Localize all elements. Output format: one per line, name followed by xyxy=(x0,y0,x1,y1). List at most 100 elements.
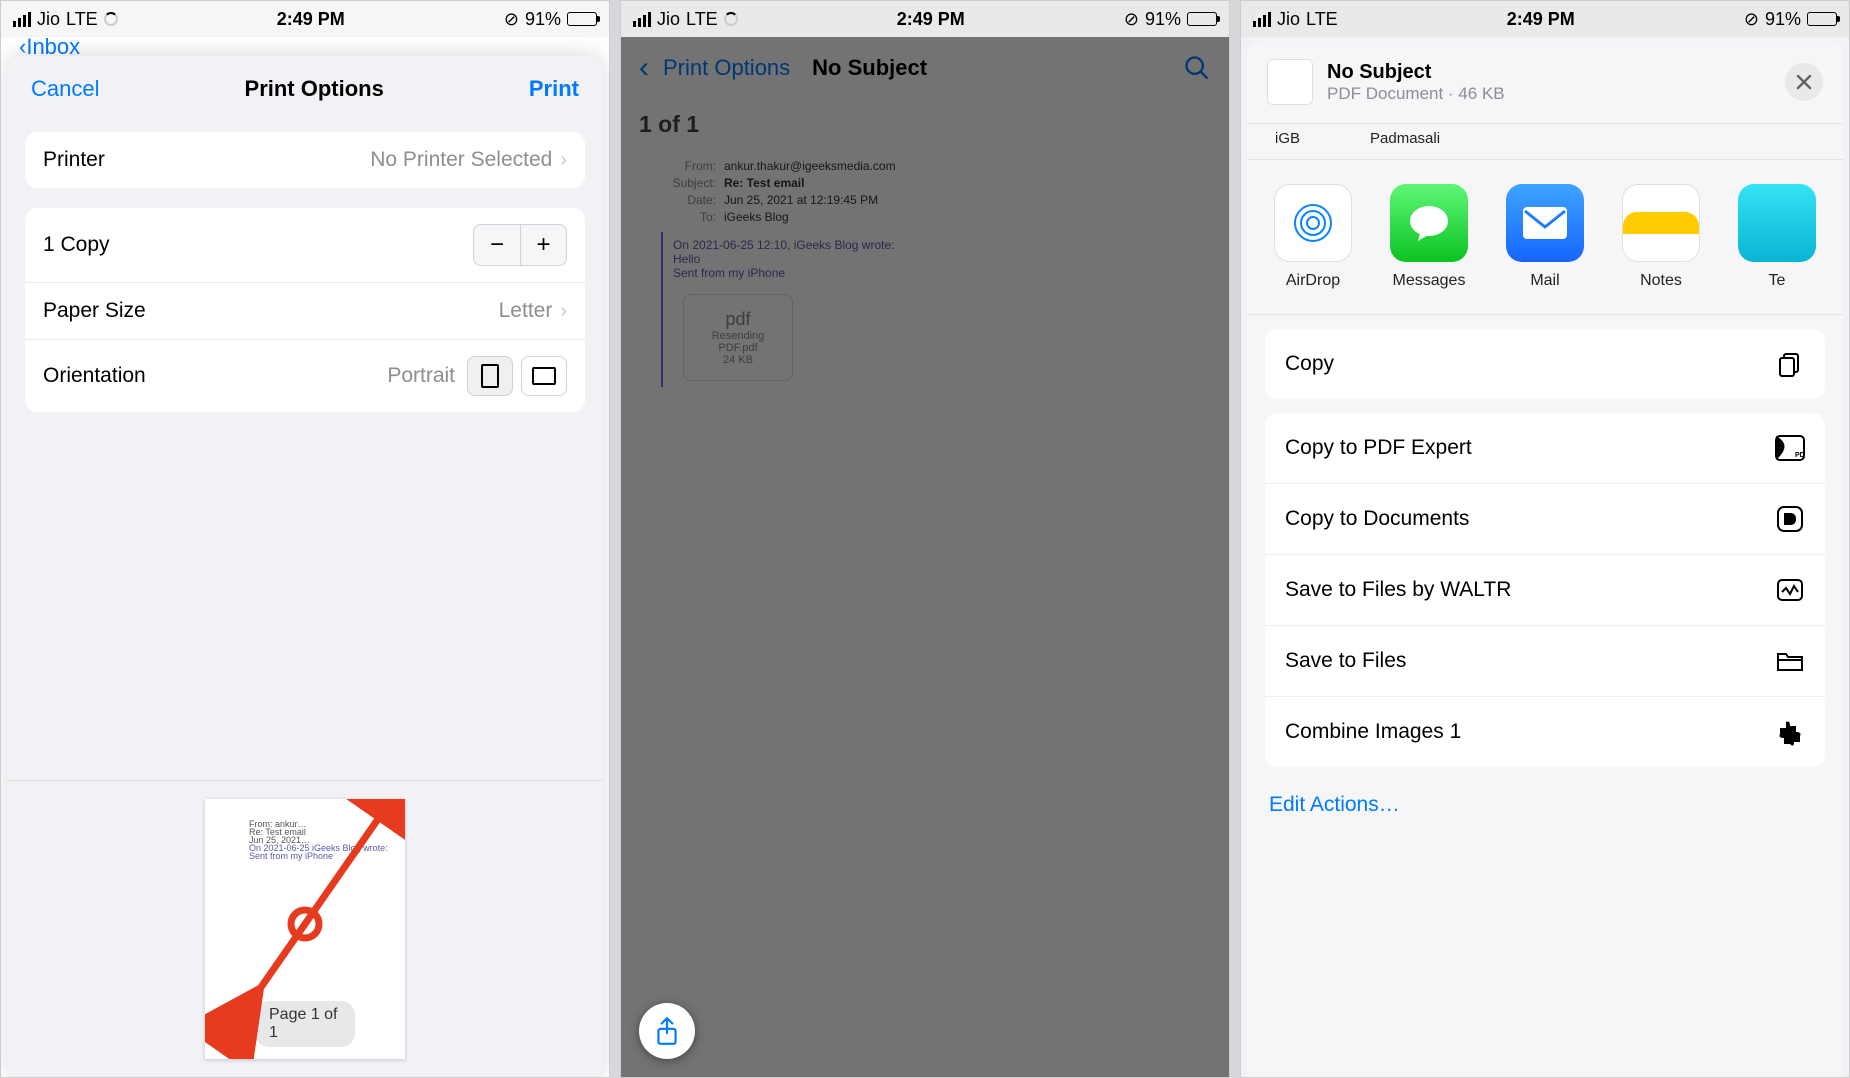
share-button[interactable] xyxy=(639,1003,695,1059)
decrement-button[interactable]: − xyxy=(474,225,520,265)
dim-overlay xyxy=(621,37,1229,1077)
puzzle-icon xyxy=(1775,717,1805,747)
share-title: No Subject xyxy=(1327,61,1771,84)
contact-suggestions: iGB Padmasali xyxy=(1247,124,1843,160)
app-suggestions[interactable]: AirDrop Messages Mail Notes Te xyxy=(1247,160,1843,315)
page-number-pill: Page 1 of 1 xyxy=(255,1001,355,1047)
screen-pdf-preview: Jio LTE 2:49 PM ⊘ 91% ‹ Print Options No… xyxy=(620,0,1230,1078)
battery-pct: 91% xyxy=(1765,9,1801,30)
pdf-expert-label: Copy to PDF Expert xyxy=(1285,436,1472,460)
status-bar: Jio LTE 2:49 PM ⊘ 91% xyxy=(1,1,609,37)
mail-icon xyxy=(1506,184,1584,262)
underlying-nav: ‹ Inbox xyxy=(1,37,609,57)
app-airdrop[interactable]: AirDrop xyxy=(1271,184,1355,290)
close-icon xyxy=(1796,74,1812,90)
clock-label: 2:49 PM xyxy=(277,9,345,30)
status-bar: Jio LTE 2:49 PM ⊘ 91% xyxy=(1241,1,1849,37)
contact-padmasali[interactable]: Padmasali xyxy=(1370,130,1440,147)
action-list: Copy Copy to PDF Expert PDF Copy to Docu… xyxy=(1247,315,1843,781)
chevron-right-icon: › xyxy=(560,149,567,172)
sheet-title: Print Options xyxy=(245,76,384,102)
orientation-label: Orientation xyxy=(43,364,146,388)
orientation-value: Portrait xyxy=(387,364,455,388)
edit-actions-button[interactable]: Edit Actions… xyxy=(1247,781,1843,837)
action-copy[interactable]: Copy xyxy=(1265,329,1825,399)
messages-label: Messages xyxy=(1387,272,1471,290)
airdrop-icon xyxy=(1274,184,1352,262)
messages-icon xyxy=(1390,184,1468,262)
app-messages[interactable]: Messages xyxy=(1387,184,1471,290)
portrait-button[interactable] xyxy=(467,356,513,396)
documents-icon xyxy=(1775,504,1805,534)
status-bar: Jio LTE 2:49 PM ⊘ 91% xyxy=(621,1,1229,37)
action-pdf-expert[interactable]: Copy to PDF Expert PDF xyxy=(1265,413,1825,483)
network-label: LTE xyxy=(66,9,98,30)
svg-text:PDF: PDF xyxy=(1795,452,1805,459)
copies-row: 1 Copy − + xyxy=(25,208,585,282)
pdf-preview-content: ‹ Print Options No Subject 1 of 1 From:a… xyxy=(621,37,1229,1077)
app-next[interactable]: Te xyxy=(1735,184,1819,290)
carrier-label: Jio xyxy=(37,9,60,30)
folder-icon xyxy=(1775,646,1805,676)
battery-icon xyxy=(1807,12,1837,26)
print-button[interactable]: Print xyxy=(529,76,579,102)
print-options-sheet: Cancel Print Options Print Printer No Pr… xyxy=(7,56,603,1077)
pdf-expert-icon: PDF xyxy=(1775,433,1805,463)
screen-print-options: Jio LTE 2:49 PM ⊘ 91% ‹ Inbox Cancel Pri… xyxy=(0,0,610,1078)
contact-igb[interactable]: iGB xyxy=(1275,130,1300,147)
orientation-lock-icon: ⊘ xyxy=(1744,9,1759,30)
paper-size-label: Paper Size xyxy=(43,299,146,323)
landscape-button[interactable] xyxy=(521,356,567,396)
carrier-label: Jio xyxy=(657,9,680,30)
copies-stepper: − + xyxy=(473,224,567,266)
action-documents[interactable]: Copy to Documents xyxy=(1265,483,1825,554)
copy-label: Copy xyxy=(1285,352,1334,376)
clock-label: 2:49 PM xyxy=(1507,9,1575,30)
save-files-label: Save to Files xyxy=(1285,649,1406,673)
share-icon xyxy=(654,1016,680,1046)
printer-row[interactable]: Printer No Printer Selected › xyxy=(25,132,585,188)
share-subtitle: PDF Document · 46 KB xyxy=(1327,84,1771,104)
printer-value: No Printer Selected xyxy=(370,148,552,172)
screen-share-sheet: Jio LTE 2:49 PM ⊘ 91% No Subject PDF Doc… xyxy=(1240,0,1850,1078)
carrier-label: Jio xyxy=(1277,9,1300,30)
paper-size-row[interactable]: Paper Size Letter› xyxy=(25,282,585,339)
cancel-button[interactable]: Cancel xyxy=(31,76,99,102)
printer-label: Printer xyxy=(43,148,105,172)
airdrop-label: AirDrop xyxy=(1271,272,1355,290)
increment-button[interactable]: + xyxy=(520,225,566,265)
mail-label: Mail xyxy=(1503,272,1587,290)
printer-group: Printer No Printer Selected › xyxy=(25,132,585,188)
signal-bars-icon xyxy=(1253,12,1271,27)
document-thumbnail-icon xyxy=(1267,59,1313,105)
notes-icon xyxy=(1622,184,1700,262)
copy-icon xyxy=(1775,349,1805,379)
signal-bars-icon xyxy=(633,12,651,27)
waltr-icon xyxy=(1775,575,1805,605)
orientation-row: Orientation Portrait xyxy=(25,339,585,412)
app-notes[interactable]: Notes xyxy=(1619,184,1703,290)
app-mail[interactable]: Mail xyxy=(1503,184,1587,290)
battery-icon xyxy=(567,12,597,26)
network-label: LTE xyxy=(1306,9,1338,30)
page-preview-thumbnail[interactable]: From: ankur… Re: Test email Jun 25, 2021… xyxy=(205,799,405,1059)
battery-pct: 91% xyxy=(1145,9,1181,30)
copies-label: 1 Copy xyxy=(43,233,110,257)
close-button[interactable] xyxy=(1785,63,1823,101)
network-label: LTE xyxy=(686,9,718,30)
activity-spinner-icon xyxy=(724,12,738,26)
documents-label: Copy to Documents xyxy=(1285,507,1469,531)
waltr-label: Save to Files by WALTR xyxy=(1285,578,1511,602)
signal-bars-icon xyxy=(13,12,31,27)
page-preview-area: From: ankur… Re: Test email Jun 25, 2021… xyxy=(7,780,603,1077)
action-combine-images[interactable]: Combine Images 1 xyxy=(1265,696,1825,767)
paper-size-value: Letter xyxy=(499,299,553,323)
landscape-icon xyxy=(532,367,556,385)
action-save-files[interactable]: Save to Files xyxy=(1265,625,1825,696)
next-app-icon xyxy=(1738,184,1816,262)
orientation-lock-icon: ⊘ xyxy=(504,9,519,30)
action-waltr[interactable]: Save to Files by WALTR xyxy=(1265,554,1825,625)
portrait-icon xyxy=(481,364,499,388)
battery-pct: 91% xyxy=(525,9,561,30)
orientation-lock-icon: ⊘ xyxy=(1124,9,1139,30)
